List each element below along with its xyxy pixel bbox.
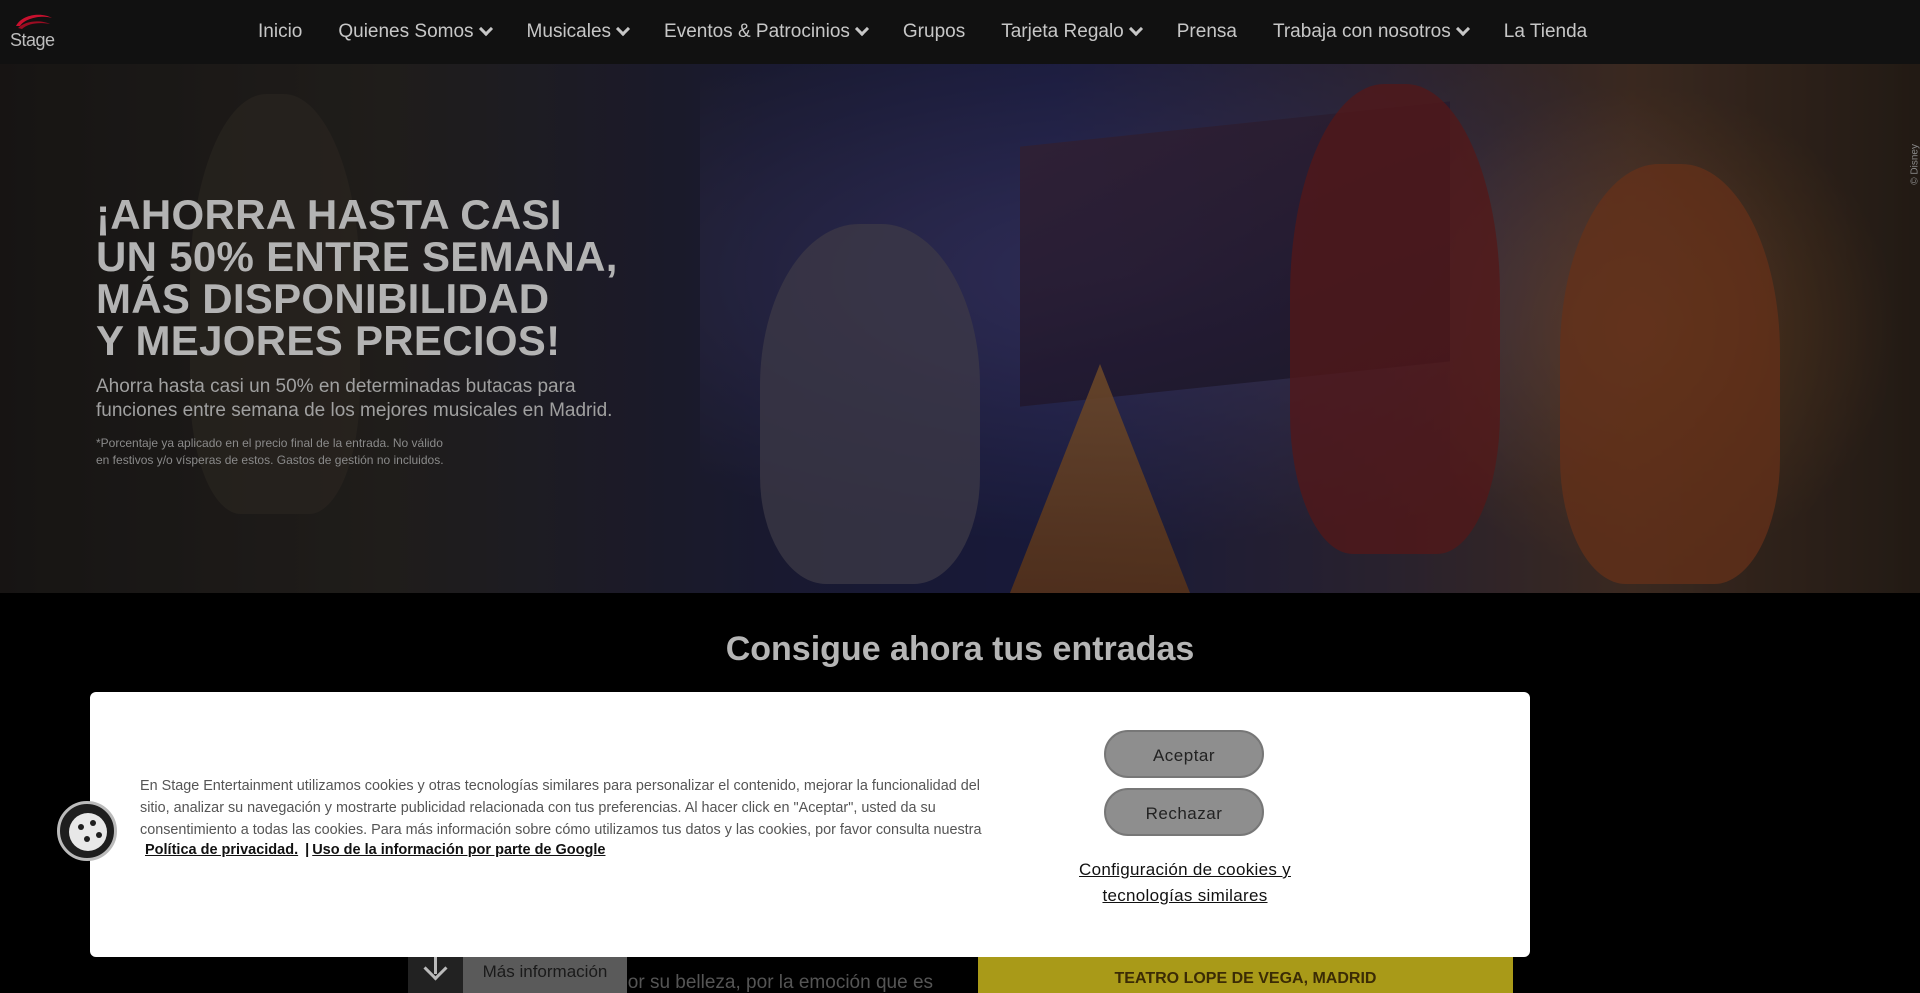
link-separator: | (305, 842, 310, 858)
nav-label: La Tienda (1503, 21, 1588, 42)
nav-label: Musicales (526, 21, 612, 42)
privacy-policy-link[interactable]: Política de privacidad. (145, 842, 298, 858)
cookie-consent-dialog: En Stage Entertainment utilizamos cookie… (90, 692, 1530, 957)
hero-banner[interactable]: © Disney ¡AHORRA HASTA CASI UN 50% ENTRE… (0, 64, 1920, 593)
main-nav: Inicio Quienes Somos Musicales Eventos &… (240, 0, 1605, 64)
cookie-links: Política de privacidad. | Uso de la infor… (145, 842, 605, 858)
nav-label: Prensa (1176, 21, 1237, 42)
cookie-configuration-line: tecnologías similares (1102, 886, 1268, 905)
nav-label: Quienes Somos (338, 21, 474, 42)
nav-item-quienes-somos[interactable]: Quienes Somos (338, 21, 493, 43)
nav-item-musicales[interactable]: Musicales (526, 21, 631, 43)
hero-title-line: UN 50% ENTRE SEMANA, (96, 233, 618, 280)
hero-copyright: © Disney (1910, 144, 1920, 185)
nav-item-tarjeta-regalo[interactable]: Tarjeta Regalo (1001, 21, 1143, 43)
nav-label: Eventos & Patrocinios (664, 21, 850, 42)
logo-text: Stage (10, 30, 55, 50)
cookie-chip (90, 820, 96, 826)
hero-title-line: ¡AHORRA HASTA CASI (96, 191, 562, 238)
hero-disclaimer-line: *Porcentaje ya aplicado en el precio fin… (96, 436, 443, 450)
cookie-configuration-line: Configuración de cookies y (1079, 860, 1291, 879)
nav-label: Tarjeta Regalo (1001, 21, 1124, 42)
nav-item-prensa[interactable]: Prensa (1177, 21, 1237, 43)
nav-label: Grupos (902, 21, 966, 42)
chevron-down-icon (854, 21, 869, 37)
hero-text-block: ¡AHORRA HASTA CASI UN 50% ENTRE SEMANA, … (96, 194, 656, 469)
nav-item-eventos[interactable]: Eventos & Patrocinios (664, 21, 869, 43)
hero-subtitle-line: Ahorra hasta casi un 50% en determinadas… (96, 376, 576, 397)
hero-title: ¡AHORRA HASTA CASI UN 50% ENTRE SEMANA, … (96, 194, 656, 362)
cookie-configuration-link[interactable]: Configuración de cookies y tecnologías s… (1050, 857, 1320, 909)
cookie-settings-icon[interactable] (57, 801, 117, 861)
hero-title-line: Y MEJORES PRECIOS! (96, 317, 561, 364)
chevron-down-icon (1128, 21, 1143, 37)
reject-cookies-button[interactable]: Rechazar (1104, 788, 1264, 836)
hero-disclaimer: *Porcentaje ya aplicado en el precio fin… (96, 435, 656, 469)
hero-title-line: MÁS DISPONIBILIDAD (96, 275, 550, 322)
cookie-icon (69, 813, 107, 851)
hero-disclaimer-line: en festivos y/o vísperas de estos. Gasto… (96, 453, 444, 467)
chevron-down-icon (478, 21, 493, 37)
cookie-chip (96, 832, 102, 838)
accept-cookies-button[interactable]: Aceptar (1104, 730, 1264, 778)
chevron-down-icon (1455, 21, 1470, 37)
poster-venue: TEATRO LOPE DE VEGA, MADRID (1114, 970, 1377, 987)
hero-subtitle-line: funciones entre semana de los mejores mu… (96, 400, 613, 421)
top-navbar: Stage Inicio Quienes Somos Musicales Eve… (0, 0, 1920, 64)
nav-item-la-tienda[interactable]: La Tienda (1504, 21, 1587, 43)
cookie-text: En Stage Entertainment utilizamos cookie… (140, 778, 982, 838)
cookie-chip (84, 836, 90, 842)
chevron-down-icon (615, 21, 631, 37)
stage-swoosh-icon (16, 14, 52, 29)
stage-logo[interactable]: Stage (10, 12, 58, 52)
cookie-chip (78, 824, 84, 830)
nav-item-trabaja[interactable]: Trabaja con nosotros (1272, 21, 1470, 43)
google-data-link[interactable]: Uso de la información por parte de Googl… (312, 842, 605, 858)
nav-label: Trabaja con nosotros (1272, 21, 1451, 42)
nav-label: Inicio (258, 21, 303, 42)
nav-item-inicio[interactable]: Inicio (258, 21, 302, 43)
nav-item-grupos[interactable]: Grupos (903, 21, 965, 43)
hero-subtitle: Ahorra hasta casi un 50% en determinadas… (96, 375, 656, 423)
section-title: Consigue ahora tus entradas (725, 630, 1195, 668)
